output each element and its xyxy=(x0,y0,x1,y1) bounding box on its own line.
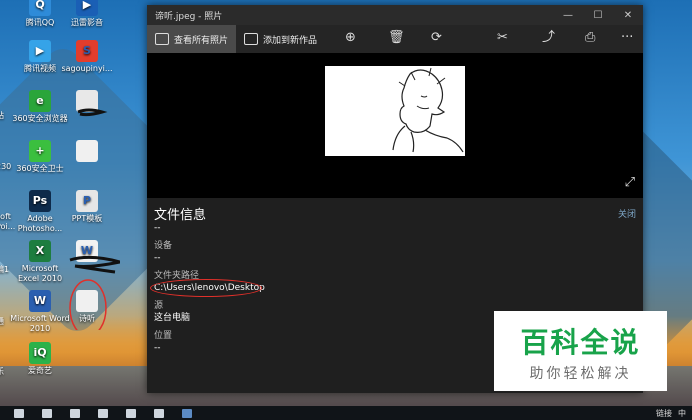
info-field: -- xyxy=(154,222,636,234)
iqiyi-icon: iQ xyxy=(29,342,51,364)
desktop-icon-label: sagoupinyi... xyxy=(61,64,113,73)
displayed-photo xyxy=(325,66,465,156)
info-field-value: -- xyxy=(154,223,161,233)
info-field-device: 设备 -- xyxy=(154,240,636,264)
red-circle-annotation xyxy=(150,279,262,297)
xunlei-icon: ▶ xyxy=(76,0,98,16)
photo-icon xyxy=(155,33,169,45)
word-icon: W xyxy=(29,290,51,312)
system-tray: 链接 中 xyxy=(656,408,692,419)
qq-icon: Q xyxy=(29,0,51,16)
desktop-edge-label: 编1 xyxy=(0,265,10,274)
start-icon[interactable] xyxy=(14,408,24,418)
info-field-label: 设备 xyxy=(154,241,173,251)
360-safe-icon: + xyxy=(29,140,51,162)
task-view-icon[interactable] xyxy=(70,408,80,418)
zoom-icon[interactable]: ⊕ xyxy=(345,31,356,45)
desktop-icon-label: 爱奇艺 xyxy=(28,366,52,375)
rotate-icon[interactable]: ⟳ xyxy=(431,31,442,45)
desktop-edge-label: 通 xyxy=(0,316,4,327)
desktop-icon-iqiyi[interactable]: iQ 爱奇艺 xyxy=(10,342,70,376)
tray-links[interactable]: 链接 xyxy=(656,408,672,419)
desktop-edge-label: 乐 xyxy=(0,366,4,377)
folder-icon[interactable] xyxy=(154,408,164,418)
search-icon[interactable] xyxy=(42,408,52,418)
info-field-value: -- xyxy=(154,253,161,263)
print-icon[interactable]: ⎙ xyxy=(585,31,595,45)
tray-ime[interactable]: 中 xyxy=(678,408,686,419)
photo-viewer[interactable]: ⤢ xyxy=(147,53,643,198)
edit-icon[interactable]: ✂ xyxy=(497,31,508,45)
photos-taskbar-icon[interactable] xyxy=(182,408,192,418)
fullscreen-icon[interactable]: ⤢ xyxy=(625,175,635,190)
desktop-icon-sogou[interactable]: S sagoupinyi... xyxy=(57,40,117,74)
window-title: 谛听.jpeg - 照片 xyxy=(155,11,223,22)
desktop-edge-label: 站 xyxy=(0,110,4,121)
watermark-subtitle: 助你轻松解决 xyxy=(529,366,632,382)
taskbar: 链接 中 xyxy=(0,406,692,420)
360-browser-icon: e xyxy=(29,90,51,112)
close-window-button[interactable]: ✕ xyxy=(613,10,643,21)
tencent-video-icon: ▶ xyxy=(29,40,51,62)
add-to-creation-label: 添加到新作品 xyxy=(263,35,318,46)
creation-icon xyxy=(244,33,259,45)
share-icon[interactable]: ⤴ xyxy=(542,31,555,45)
more-icon[interactable]: ··· xyxy=(621,31,633,45)
close-info-link[interactable]: 关闭 xyxy=(618,207,636,220)
photo-toolbar: 查看所有照片 添加到新作品 ⊕ 🗑 ⟳ ✂ ⤴ ⎙ ··· xyxy=(147,25,643,53)
info-field-folder-path: 文件夹路径 C:\Users\lenovo\Desktop xyxy=(150,270,636,297)
sogou-icon: S xyxy=(76,40,98,62)
window-titlebar: 谛听.jpeg - 照片 — ☐ ✕ xyxy=(147,5,643,25)
watermark-logo: 百科全说 助你轻松解决 xyxy=(494,311,667,391)
sketch-drawing xyxy=(392,67,464,153)
delete-icon[interactable]: 🗑 xyxy=(388,31,405,45)
minimize-button[interactable]: — xyxy=(553,10,583,21)
redaction-scribble xyxy=(69,108,120,330)
desktop-icon-xunlei[interactable]: ▶ 迅雷影音 xyxy=(57,0,117,28)
maximize-button[interactable]: ☐ xyxy=(583,10,613,21)
view-all-photos-label: 查看所有照片 xyxy=(174,35,229,46)
view-all-photos-button[interactable]: 查看所有照片 xyxy=(147,25,237,53)
watermark-title: 百科全说 xyxy=(520,326,641,359)
add-to-creation-button[interactable]: 添加到新作品 xyxy=(236,25,325,53)
taskbar-app-icon[interactable] xyxy=(126,408,136,418)
photoshop-icon: Ps xyxy=(29,190,51,212)
excel-icon: X xyxy=(29,240,51,262)
file-info-title: 文件信息 xyxy=(154,207,207,223)
desktop-icon-label: 迅雷影音 xyxy=(71,18,103,27)
taskbar-app-icon[interactable] xyxy=(98,408,108,418)
